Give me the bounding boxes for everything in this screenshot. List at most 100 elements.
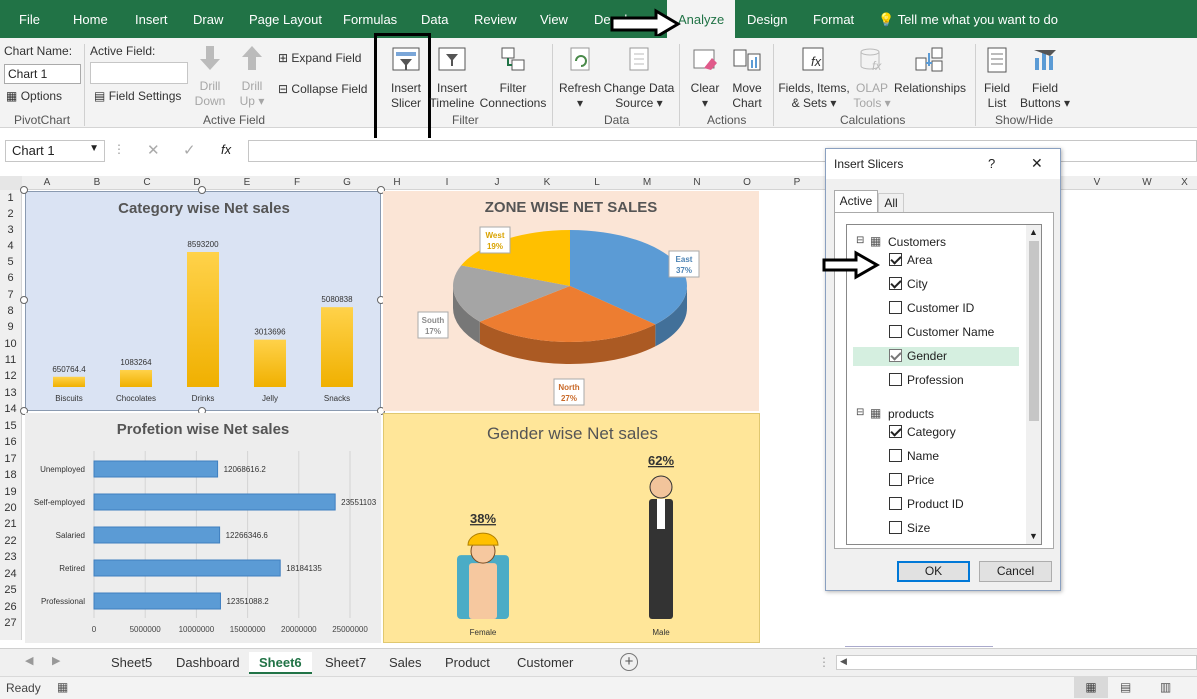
tab-page-layout[interactable]: Page Layout <box>249 0 322 38</box>
resize-handle[interactable] <box>20 296 28 304</box>
collapse-icon[interactable]: ⊟ <box>856 407 864 418</box>
row-header[interactable]: 24 <box>0 568 21 580</box>
chart-zone-sales[interactable]: ZONE WISE NET SALES East 37% North 27% South… <box>383 191 759 411</box>
options-button[interactable]: ▦ Options <box>6 89 62 103</box>
row-header[interactable]: 9 <box>0 321 21 333</box>
scroll-down-icon[interactable]: ▼ <box>1029 531 1038 541</box>
scroll-left-icon[interactable]: ◀ <box>840 656 847 667</box>
row-header[interactable]: 22 <box>0 535 21 547</box>
column-header[interactable]: F <box>272 176 322 190</box>
drill-up-button[interactable]: Drill Up ▾ <box>234 44 270 109</box>
column-header[interactable]: I <box>422 176 472 190</box>
relationships-button[interactable]: Relationships <box>894 46 966 96</box>
column-header[interactable]: J <box>472 176 522 190</box>
column-header[interactable]: M <box>622 176 672 190</box>
column-header[interactable]: B <box>72 176 122 190</box>
page-layout-view-icon[interactable]: ▤ <box>1120 680 1131 694</box>
ok-button[interactable]: OK <box>897 561 970 582</box>
scroll-left-icon[interactable]: ◀ <box>25 654 33 667</box>
sheet-tab-dashboard[interactable]: Dashboard <box>166 652 250 674</box>
sheet-tab-sheet7[interactable]: Sheet7 <box>315 652 376 674</box>
fx-icon[interactable]: fx <box>221 142 231 157</box>
row-header[interactable]: 7 <box>0 289 21 301</box>
vertical-scrollbar[interactable]: ▲ ▼ <box>1026 225 1041 544</box>
tab-all[interactable]: All <box>878 193 904 212</box>
checkbox-profession[interactable] <box>889 373 902 386</box>
move-chart-button[interactable]: Move Chart <box>728 46 766 111</box>
column-header[interactable]: L <box>572 176 622 190</box>
expand-field-button[interactable]: ⊞ Expand Field <box>278 51 361 65</box>
tell-me-search[interactable]: 💡 Tell me what you want to do <box>878 0 1058 38</box>
checkbox-size[interactable] <box>889 521 902 534</box>
more-tabs-icon[interactable]: ⋮ <box>818 655 830 669</box>
checkbox-name[interactable] <box>889 449 902 462</box>
column-header[interactable]: C <box>122 176 172 190</box>
row-header[interactable]: 10 <box>0 338 21 350</box>
checkbox-customer-id[interactable] <box>889 301 902 314</box>
row-header[interactable]: 3 <box>0 224 21 236</box>
collapse-icon[interactable]: ⊟ <box>856 235 864 246</box>
resize-handle[interactable] <box>20 186 28 194</box>
row-header[interactable]: 19 <box>0 486 21 498</box>
tab-active[interactable]: Active <box>834 190 878 212</box>
row-header[interactable]: 2 <box>0 208 21 220</box>
filter-connections-button[interactable]: Filter Connections <box>479 46 547 111</box>
scroll-right-icon[interactable]: ▶ <box>52 654 60 667</box>
active-field-input[interactable] <box>90 62 188 84</box>
cancel-button[interactable]: Cancel <box>979 561 1052 582</box>
row-header[interactable]: 16 <box>0 436 21 448</box>
column-header[interactable]: P <box>772 176 822 190</box>
row-header[interactable]: 21 <box>0 518 21 530</box>
resize-handle[interactable] <box>198 186 206 194</box>
drill-down-button[interactable]: Drill Down <box>192 44 228 109</box>
insert-timeline-button[interactable]: Insert Timeline <box>428 46 476 111</box>
column-header[interactable]: D <box>172 176 222 190</box>
checkbox-area[interactable] <box>889 253 902 266</box>
sheet-tab-sheet6[interactable]: Sheet6 <box>249 652 312 674</box>
row-header[interactable]: 18 <box>0 469 21 481</box>
column-header[interactable]: E <box>222 176 272 190</box>
column-header[interactable]: O <box>722 176 772 190</box>
clear-button[interactable]: Clear ▾ <box>686 46 724 111</box>
tab-home[interactable]: Home <box>73 0 108 38</box>
normal-view-icon[interactable]: ▦ <box>1074 677 1108 698</box>
horizontal-scrollbar[interactable]: ◀ <box>836 655 1197 670</box>
cancel-icon[interactable]: ✕ <box>147 141 160 159</box>
tab-view[interactable]: View <box>540 0 568 38</box>
row-header[interactable]: 4 <box>0 240 21 252</box>
chart-gender-sales[interactable]: Gender wise Net sales 38% Female 62% Male <box>383 413 760 643</box>
row-header[interactable]: 13 <box>0 387 21 399</box>
column-header[interactable]: V <box>1072 176 1122 190</box>
collapse-field-button[interactable]: ⊟ Collapse Field <box>278 82 367 96</box>
row-header[interactable]: 17 <box>0 453 21 465</box>
row-header[interactable]: 5 <box>0 256 21 268</box>
tab-review[interactable]: Review <box>474 0 517 38</box>
name-box[interactable]: Chart 1 ▼ <box>5 140 105 162</box>
row-header[interactable]: 11 <box>0 354 21 366</box>
chevron-down-icon[interactable]: ▼ <box>89 143 99 154</box>
refresh-button[interactable]: Refresh ▾ <box>558 46 602 111</box>
row-header[interactable]: 23 <box>0 551 21 563</box>
row-header[interactable]: 15 <box>0 420 21 432</box>
macro-record-icon[interactable]: ▦ <box>57 680 68 694</box>
sheet-tab-sales[interactable]: Sales <box>379 652 432 674</box>
row-header[interactable]: 1 <box>0 192 21 204</box>
checkbox-product-id[interactable] <box>889 497 902 510</box>
sheet-tab-sheet5[interactable]: Sheet5 <box>101 652 162 674</box>
column-header[interactable]: W <box>1122 176 1172 190</box>
tab-file[interactable]: File <box>19 0 40 38</box>
column-header[interactable]: K <box>522 176 572 190</box>
add-sheet-icon[interactable]: + <box>620 653 638 671</box>
fields-items-sets-button[interactable]: fx Fields, Items, & Sets ▾ <box>778 46 850 111</box>
column-header[interactable]: G <box>322 176 372 190</box>
checkbox-price[interactable] <box>889 473 902 486</box>
tab-design[interactable]: Design <box>747 0 787 38</box>
close-icon[interactable]: ✕ <box>1031 155 1043 172</box>
row-header[interactable]: 20 <box>0 502 21 514</box>
chart-category-sales[interactable]: Category wise Net sales 650764.4 Biscuits… <box>25 191 381 411</box>
select-all-corner[interactable] <box>0 176 22 190</box>
scroll-up-icon[interactable]: ▲ <box>1029 227 1038 237</box>
row-header[interactable]: 25 <box>0 584 21 596</box>
column-header[interactable]: X <box>1172 176 1197 190</box>
checkbox-category[interactable] <box>889 425 902 438</box>
